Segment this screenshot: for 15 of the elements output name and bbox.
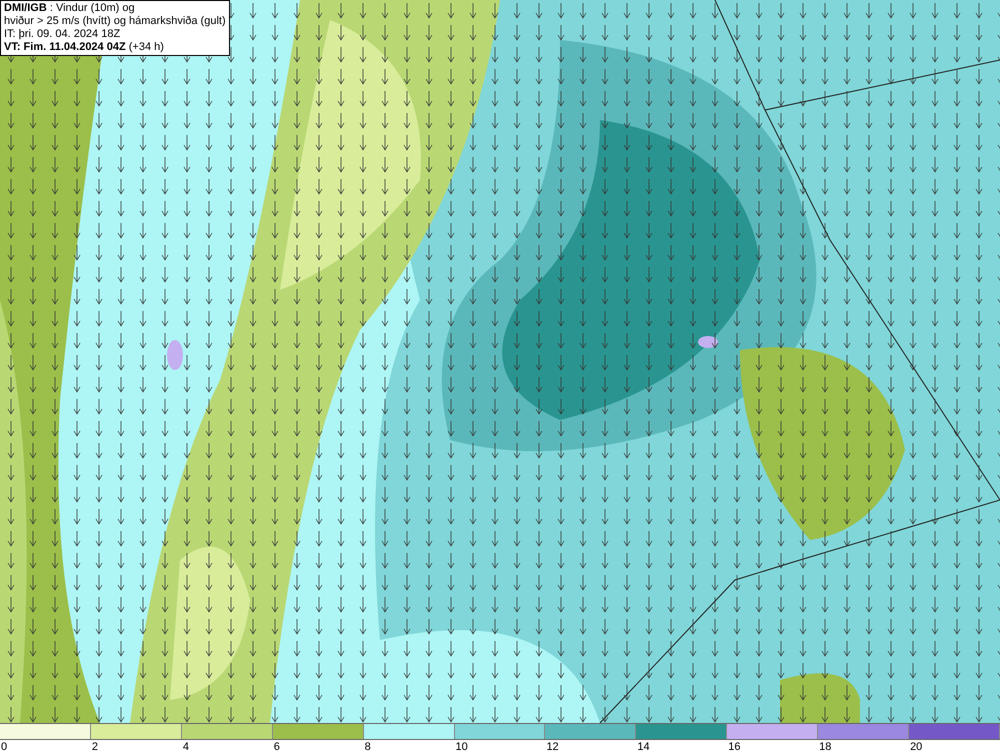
title-line: DMI/IGB : Vindur (10m) og [4, 2, 136, 15]
legend-tick-label: 4 [182, 740, 190, 753]
legend-tick-label: 0 [0, 740, 8, 753]
legend-tick-label: 20 [909, 740, 924, 753]
legend-tick-label: 8 [364, 740, 372, 753]
legend-tick-label: 14 [636, 740, 651, 753]
title-line: hviður > 25 m/s (hvítt) og hámarkshviða (gult) [4, 15, 226, 28]
legend-tick-label: 6 [272, 740, 281, 753]
title-line: IT: þri. 09. 04. 2024 18Z [4, 28, 122, 41]
legend-tick-label: 16 [727, 740, 742, 753]
legend-tick-label: 18 [818, 740, 832, 753]
legend-tick-label: 2 [90, 740, 100, 753]
legend-tick-label: 12 [545, 740, 560, 753]
legend-tick-label: 10 [454, 740, 469, 753]
title-line: VT: Fim. 11.04.2024 04Z (+34 h) [4, 41, 165, 54]
